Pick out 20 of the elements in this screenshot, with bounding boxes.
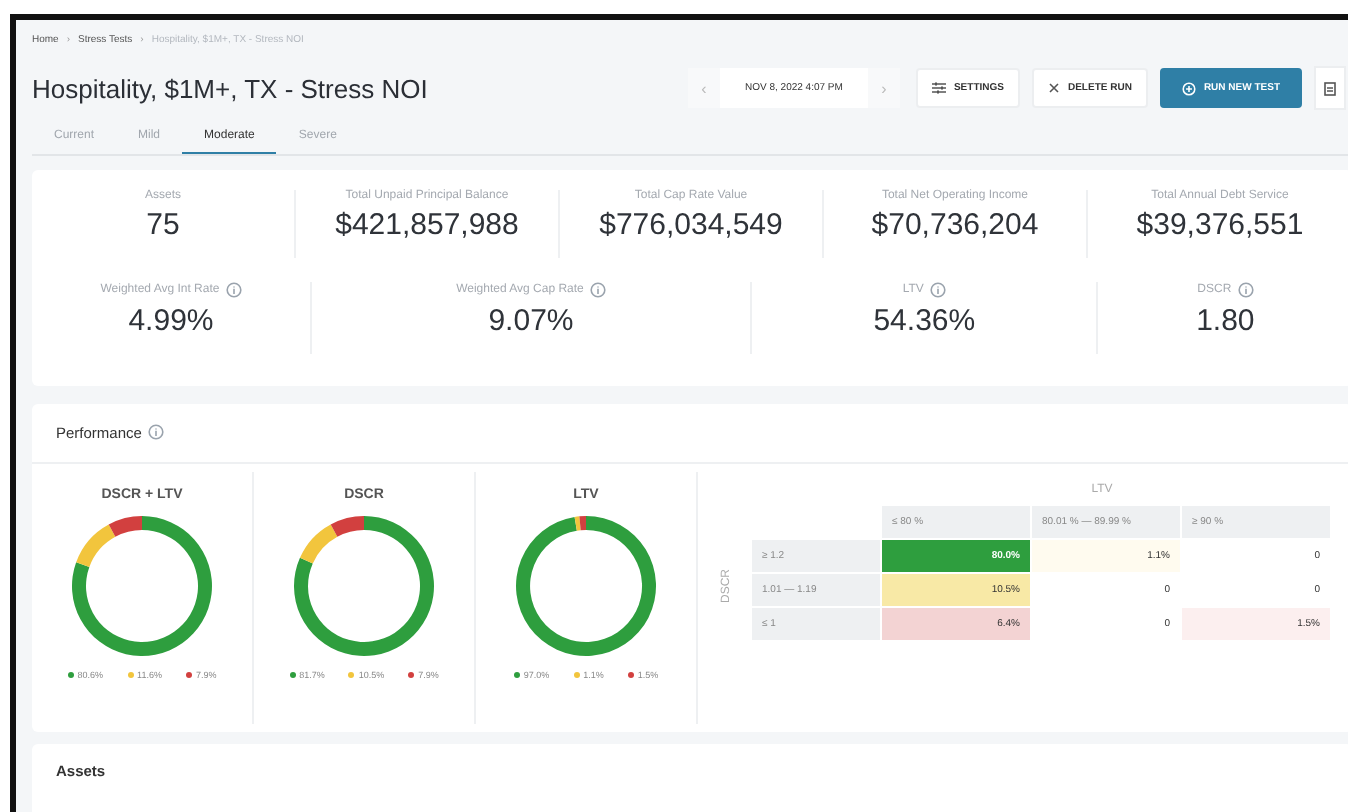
- stat-value: $776,034,549: [599, 208, 783, 246]
- info-icon: [1237, 282, 1254, 298]
- stat-value: 9.07%: [488, 304, 574, 342]
- stat-value: $39,376,551: [1136, 208, 1304, 246]
- info-icon: [225, 282, 242, 298]
- close-icon: [1047, 82, 1060, 94]
- plus-circle-icon: [1181, 81, 1196, 95]
- sliders-icon: [931, 82, 946, 94]
- export-button[interactable]: [1314, 66, 1346, 110]
- stat-value: $70,736,204: [871, 208, 1039, 246]
- info-icon: [589, 282, 606, 298]
- stat-value: 75: [146, 208, 180, 246]
- stat-value: 1.80: [1196, 304, 1255, 342]
- document-icon: [1324, 81, 1336, 95]
- info-icon: [929, 282, 946, 298]
- stat-value: 54.36%: [873, 304, 976, 342]
- page-title: Hospitality, $1M+, TX - Stress NOI: [32, 73, 430, 103]
- stat-value: 4.99%: [128, 304, 214, 342]
- info-icon: [147, 424, 164, 440]
- stat-value: $421,857,988: [335, 208, 519, 246]
